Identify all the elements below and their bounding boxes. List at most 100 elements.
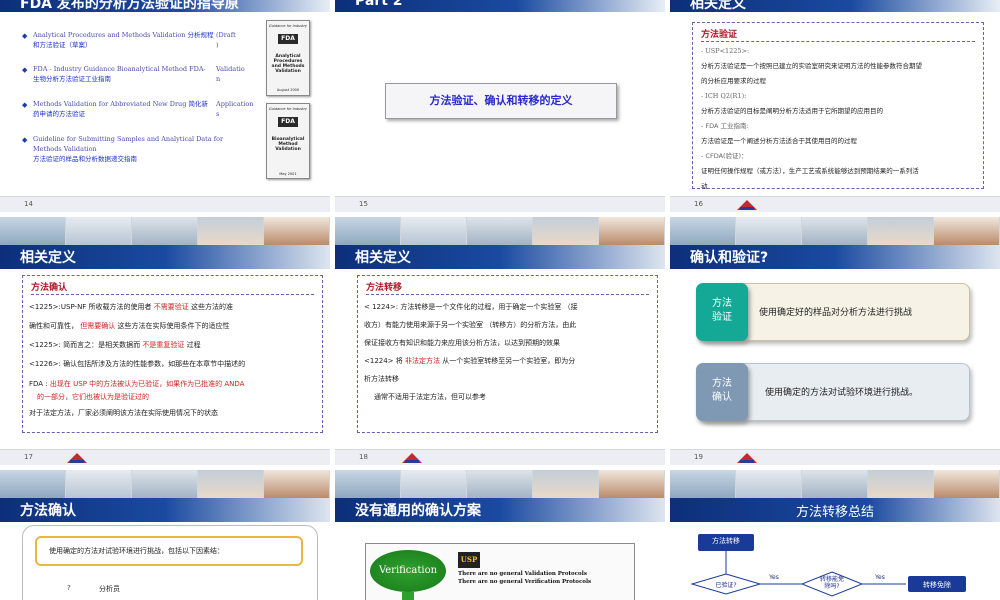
definition-text: < 1224>: 方法转移是一个文件化的过程，用于确定一个实验室 （接 收方）有… — [364, 303, 578, 401]
guidance-document-thumbnail: Guidance for Industry FDA Bioanalytical … — [266, 103, 310, 179]
slide-title: 相关定义 — [20, 250, 76, 266]
page-number: 19 — [694, 453, 703, 461]
slide-title-bar: 相关定义 — [670, 0, 1000, 12]
fda-logo-icon: FDA — [278, 117, 298, 127]
header-photo-strip — [335, 217, 665, 245]
bullet-item: ◆ Methods Validation for Abbreviated New… — [22, 100, 208, 118]
flow-decision-label: 已验证? — [715, 582, 737, 589]
slide-17[interactable]: 相关定义 方法确认 <1225>:USP-NF 所收载方法的使用者 不需要验证 … — [0, 217, 330, 465]
slide-title-bar: 确认和验证? — [670, 245, 1000, 269]
bullet-item: ◆ FDA - Industry Guidance Bioanalytical … — [22, 65, 206, 83]
slide-15[interactable]: Part 2 方法验证、确认和转移的定义 15 — [335, 0, 665, 212]
slide-19[interactable]: 确认和验证? 使用确定好的样品对分析方法进行挑战 方法 验证 使用确定的方法对试… — [670, 217, 1000, 465]
slide-title-bar: 方法确认 — [0, 498, 330, 522]
slide-title: 方法确认 — [20, 503, 76, 519]
slide-title-bar: 相关定义 — [0, 245, 330, 269]
doc-date: May 2001 — [279, 172, 297, 176]
slide-14[interactable]: FDA 发布的分析方法验证的指导原 ◆ Analytical Procedure… — [0, 0, 330, 212]
usp-statement: There are no general Verification Protoc… — [458, 579, 592, 585]
diamond-bullet-icon: ◆ — [22, 32, 28, 40]
slide-footer: 14 — [0, 196, 330, 212]
header-photo-strip — [670, 217, 1000, 245]
diamond-bullet-icon: ◆ — [22, 136, 28, 144]
company-logo-icon — [401, 452, 423, 464]
slide-footer: 18 — [335, 449, 665, 465]
slide-title: 相关定义 — [355, 250, 411, 266]
doc-date: August 2000 — [276, 88, 300, 92]
slide-21[interactable]: 没有通用的确认方案 Verification USP There are no … — [335, 470, 665, 600]
card-text: 使用确定好的样品对分析方法进行挑战 — [759, 308, 913, 318]
card-tab: 方法 验证 — [696, 283, 748, 341]
slide-footer: 17 — [0, 449, 330, 465]
definition-text: - USP<1225>: 分析方法验证是一个按照已建立的实验室研究来证明方法的性… — [701, 47, 922, 190]
usp-logo-icon: USP — [458, 552, 480, 568]
slide-title: FDA 发布的分析方法验证的指导原 — [20, 0, 239, 12]
slide-22[interactable]: 方法转移总结 方法转移 已验证? Yes 转移能免 除吗? Yes 转移免除 — [670, 470, 1000, 600]
page-number: 18 — [359, 453, 368, 461]
highlight-box: 使用确定的方法对试验环境进行挑战，包括以下因素结： — [35, 536, 303, 566]
subtitle-divider — [31, 294, 314, 295]
page-number: 17 — [24, 453, 33, 461]
slide-title: 相关定义 — [690, 0, 746, 12]
definition-box: 方法确认 <1225>:USP-NF 所收载方法的使用者 不需要验证 这些方法的… — [22, 275, 323, 433]
slide-footer: 16 — [670, 196, 1000, 212]
verification-ellipse: Verification — [370, 550, 446, 592]
doc-header: Guidance for Industry — [269, 107, 307, 111]
card-text: 使用确定的方法对试验环境进行挑战。 — [765, 388, 919, 398]
header-photo-strip — [670, 470, 1000, 498]
header-photo-strip — [0, 470, 330, 498]
bullet-item: ◆ Analytical Procedures and Methods Vali… — [22, 31, 214, 49]
diamond-bullet-icon: ◆ — [22, 66, 28, 74]
slide-title-bar: FDA 发布的分析方法验证的指导原 — [0, 0, 330, 12]
list-item: 分析员 — [99, 585, 120, 593]
bullet-right-text: Validatio n — [216, 65, 245, 83]
slide-title-bar: Part 2 — [335, 0, 665, 12]
slide-16[interactable]: 相关定义 方法验证 - USP<1225>: 分析方法验证是一个按照已建立的实验… — [670, 0, 1000, 212]
slide-title-bar: 相关定义 — [335, 245, 665, 269]
doc-title: Analytical Procedures and Methods Valida… — [271, 54, 305, 74]
verification-panel: Verification USP There are no general Va… — [365, 543, 635, 600]
company-logo-icon — [66, 452, 88, 464]
company-logo-icon — [736, 452, 758, 464]
definition-box: 方法转移 < 1224>: 方法转移是一个文件化的过程，用于确定一个实验室 （接… — [357, 275, 658, 433]
subtitle-divider — [701, 41, 975, 42]
definition-text: <1225>:USP-NF 所收载方法的使用者 不需要验证 这些方法的准 确性和… — [29, 303, 246, 417]
slide-sorter-grid: FDA 发布的分析方法验证的指导原 ◆ Analytical Procedure… — [0, 0, 1000, 600]
content-frame: 使用确定的方法对试验环境进行挑战，包括以下因素结： ? 分析员 — [22, 525, 318, 600]
list-bullet: ? — [67, 584, 71, 592]
company-logo-icon — [736, 199, 758, 211]
slide-18[interactable]: 相关定义 方法转移 < 1224>: 方法转移是一个文件化的过程，用于确定一个实… — [335, 217, 665, 465]
box-subtitle: 方法转移 — [366, 283, 403, 293]
subtitle-divider — [366, 294, 649, 295]
slide-title: 确认和验证? — [690, 250, 769, 266]
bullet-right-text: (Draft ) — [216, 31, 236, 49]
doc-header: Guidance for Industry — [269, 24, 307, 28]
flow-yes-label: Yes — [875, 574, 885, 581]
slide-footer: 19 — [670, 449, 1000, 465]
section-title-box: 方法验证、确认和转移的定义 — [385, 83, 617, 119]
usp-statement: There are no general Validation Protocol… — [458, 571, 587, 577]
box-subtitle: 方法确认 — [31, 283, 68, 293]
page-number: 15 — [359, 200, 368, 208]
flow-end-label: 转移免除 — [923, 581, 951, 589]
slide-title: 没有通用的确认方案 — [355, 503, 481, 519]
flow-yes-label: Yes — [769, 574, 779, 581]
diamond-bullet-icon: ◆ — [22, 101, 28, 109]
bullet-right-text: Application s — [216, 100, 254, 118]
slide-20[interactable]: 方法确认 使用确定的方法对试验环境进行挑战，包括以下因素结： ? 分析员 — [0, 470, 330, 600]
bullet-item: ◆ Guideline for Submitting Samples and A… — [22, 135, 224, 163]
guidance-document-thumbnail: Guidance for Industry FDA Analytical Pro… — [266, 20, 310, 96]
header-photo-strip — [0, 217, 330, 245]
slide-title-bar: 方法转移总结 — [670, 498, 1000, 522]
box-subtitle: 方法验证 — [701, 30, 738, 40]
flow-start-label: 方法转移 — [712, 537, 740, 545]
slide-footer: 15 — [335, 196, 665, 212]
flow-decision-label: 转移能免 除吗? — [819, 576, 844, 590]
page-number: 14 — [24, 200, 33, 208]
section-title: 方法验证、确认和转移的定义 — [429, 94, 573, 107]
definition-box: 方法验证 - USP<1225>: 分析方法验证是一个按照已建立的实验室研究来证… — [692, 22, 984, 190]
doc-title: Bioanalytical Method Validation — [271, 137, 305, 152]
card-tab: 方法 确认 — [696, 363, 748, 421]
green-arrow-icon — [402, 592, 414, 600]
slide-title-bar: 没有通用的确认方案 — [335, 498, 665, 522]
